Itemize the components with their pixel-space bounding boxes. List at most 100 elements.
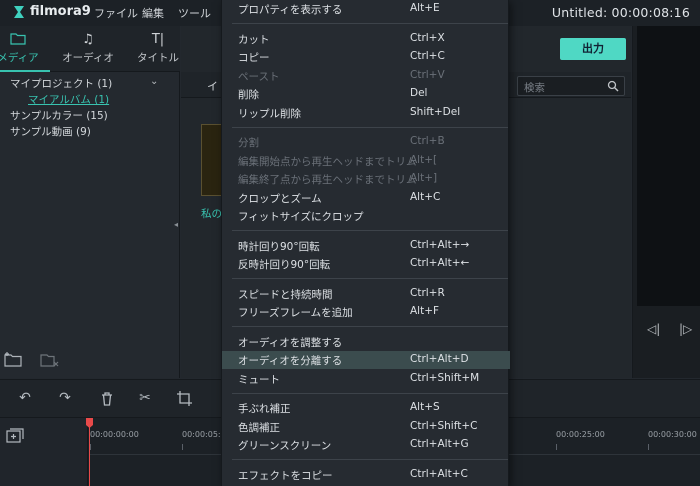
delete-folder-icon[interactable] (40, 352, 60, 368)
media-thumbnail-label: 私の (201, 208, 222, 220)
menu-item-shortcut: Ctrl+B (410, 135, 445, 147)
menu-item-label: 時計回り90°回転 (238, 240, 320, 253)
menu-item: 編集終了点から再生ヘッドまでトリム Alt+] (222, 170, 510, 188)
menu-item-shortcut: Ctrl+Shift+M (410, 371, 480, 384)
menu-item-label: カット (238, 33, 270, 46)
menu-item[interactable]: カット Ctrl+X (222, 30, 510, 48)
menu-item[interactable]: クロップとズーム Alt+C (222, 189, 510, 207)
media-sidebar: メディア ♫ オーディオ T| タイトル ト マイプロジェクト (1) ⌄ マイ… (0, 26, 208, 378)
ruler-tick (182, 444, 183, 450)
menu-item-shortcut: Del (410, 87, 428, 99)
menu-item[interactable]: コピー Ctrl+C (222, 48, 510, 66)
menu-item-shortcut: Ctrl+Alt+D (410, 353, 469, 365)
previous-frame-icon[interactable]: ◁| (647, 322, 660, 336)
scissors-icon[interactable]: ✂ (136, 390, 154, 408)
search-placeholder: 検索 (524, 82, 545, 94)
menu-item[interactable]: フィットサイズにクロップ (222, 207, 510, 225)
tab-audio-label: オーディオ (62, 52, 114, 64)
menu-item: 編集開始点から再生ヘッドまでトリム Alt+[ (222, 152, 510, 170)
undo-icon[interactable]: ↶ (16, 390, 34, 408)
menu-file[interactable]: ファイル (94, 5, 138, 21)
tab-audio[interactable]: ♫ オーディオ (58, 32, 118, 68)
menu-item-shortcut: Ctrl+Shift+C (410, 419, 478, 432)
menu-item[interactable]: 削除 Del (222, 85, 510, 103)
menu-item-label: 編集終了点から再生ヘッドまでトリム (238, 174, 417, 186)
app-logo-text: filmora9 (30, 4, 91, 19)
category-tabs: メディア ♫ オーディオ T| タイトル ト (0, 26, 208, 72)
menu-item-label: 反時計回り90°回転 (238, 259, 331, 271)
active-tab-indicator (0, 70, 50, 72)
menu-item-label: オーディオを分離する (238, 355, 343, 367)
menu-tools[interactable]: ツール (178, 5, 211, 21)
menu-item-label: フィットサイズにクロップ (238, 211, 364, 223)
play-icon[interactable]: |▷ (679, 322, 692, 336)
menu-item-label: エフェクトをコピー (238, 469, 333, 482)
playhead[interactable] (89, 418, 90, 486)
add-track-icon[interactable] (6, 428, 24, 444)
crop-icon[interactable] (176, 390, 194, 408)
menu-item[interactable]: グリーンスクリーン Ctrl+Alt+G (222, 436, 510, 454)
ruler-label: 00:00:30:00 (648, 430, 697, 439)
menu-item-label: プロパティを表示する (238, 4, 343, 16)
menu-item-label: 色調補正 (238, 421, 280, 434)
ruler-label: 00:00:05:0 (182, 430, 226, 439)
menu-item-label: 分割 (238, 137, 259, 149)
menu-separator (232, 278, 508, 279)
folder-icon (0, 32, 48, 50)
menu-item-shortcut: Ctrl+Alt+C (410, 467, 468, 480)
menu-item[interactable]: プロパティを表示する Alt+E (222, 0, 510, 18)
menu-item-shortcut: Ctrl+X (410, 31, 445, 44)
menu-item[interactable]: 手ぶれ補正 Alt+S (222, 399, 510, 417)
menu-item[interactable]: オーディオを分離する Ctrl+Alt+D (222, 351, 510, 369)
menu-item[interactable]: 色調補正 Ctrl+Shift+C (222, 418, 510, 436)
menu-item-shortcut: Ctrl+Alt+→ (410, 238, 470, 251)
menu-item-label: グリーンスクリーン (238, 440, 332, 452)
menu-item-label: スピードと持続時間 (238, 288, 333, 301)
menu-item-shortcut: Alt+[ (410, 153, 438, 166)
menu-item[interactable]: 時計回り90°回転 Ctrl+Alt+→ (222, 237, 510, 255)
menu-item[interactable]: フリーズフレームを追加 Alt+F (222, 303, 510, 321)
tree-my-project[interactable]: マイプロジェクト (1) (10, 76, 112, 91)
media-import-tab[interactable]: イ (207, 78, 218, 94)
ruler-label: 00:00:25:00 (556, 430, 605, 439)
menu-item[interactable]: ミュート Ctrl+Shift+M (222, 370, 510, 388)
search-input[interactable]: 検索 (517, 76, 625, 96)
menu-item-shortcut: Alt+F (410, 305, 440, 317)
menu-item-label: ミュート (238, 373, 280, 386)
menu-item[interactable]: 反時計回り90°回転 Ctrl+Alt+← (222, 255, 510, 273)
menu-item-label: 編集開始点から再生ヘッドまでトリム (238, 155, 417, 168)
folder-actions (0, 348, 180, 378)
menu-item[interactable]: リップル削除 Shift+Del (222, 104, 510, 122)
chevron-down-icon[interactable]: ⌄ (150, 76, 158, 87)
menu-item-shortcut: Ctrl+V (410, 68, 445, 81)
menu-separator (232, 326, 508, 327)
menu-item-shortcut: Ctrl+Alt+G (410, 438, 469, 450)
tree-sample-color[interactable]: サンプルカラー (15) (10, 108, 108, 123)
menu-item-shortcut: Shift+Del (410, 105, 461, 118)
tab-media[interactable]: メディア (0, 32, 48, 68)
filmora-logo-icon (14, 6, 24, 18)
menu-item[interactable]: スピードと持続時間 Ctrl+R (222, 285, 510, 303)
tab-titles-label: タイトル (137, 52, 179, 64)
menu-item[interactable]: オーディオを調整する (222, 333, 510, 351)
new-folder-icon[interactable] (4, 352, 24, 368)
menu-item: ペースト Ctrl+V (222, 67, 510, 85)
menu-separator (232, 126, 508, 128)
export-button[interactable]: 出力 (560, 38, 626, 60)
menu-separator (232, 23, 508, 24)
tree-sample-video[interactable]: サンプル動画 (9) (10, 124, 91, 139)
tree-my-album[interactable]: マイアルバム (1) (28, 92, 109, 107)
redo-icon[interactable]: ↷ (56, 390, 74, 408)
menu-item: 分割 Ctrl+B (222, 133, 510, 151)
collapse-sidebar-icon[interactable]: ◂ (174, 220, 178, 229)
menu-item-label: リップル削除 (238, 107, 301, 120)
menu-item[interactable]: エフェクトをコピー Ctrl+Alt+C (222, 466, 510, 484)
trash-icon[interactable] (98, 390, 116, 408)
preview-panel: ◁| |▷ (632, 26, 700, 378)
menu-edit[interactable]: 編集 (142, 5, 164, 21)
ruler-tick (556, 444, 557, 450)
project-title: Untitled: 00:00:08:16 (551, 5, 690, 20)
tab-titles[interactable]: T| タイトル (128, 32, 188, 68)
filmora-window: filmora9 ファイル 編集 ツール Untitled: 00:00:08:… (0, 0, 700, 486)
menu-item-shortcut: Alt+S (410, 401, 440, 413)
